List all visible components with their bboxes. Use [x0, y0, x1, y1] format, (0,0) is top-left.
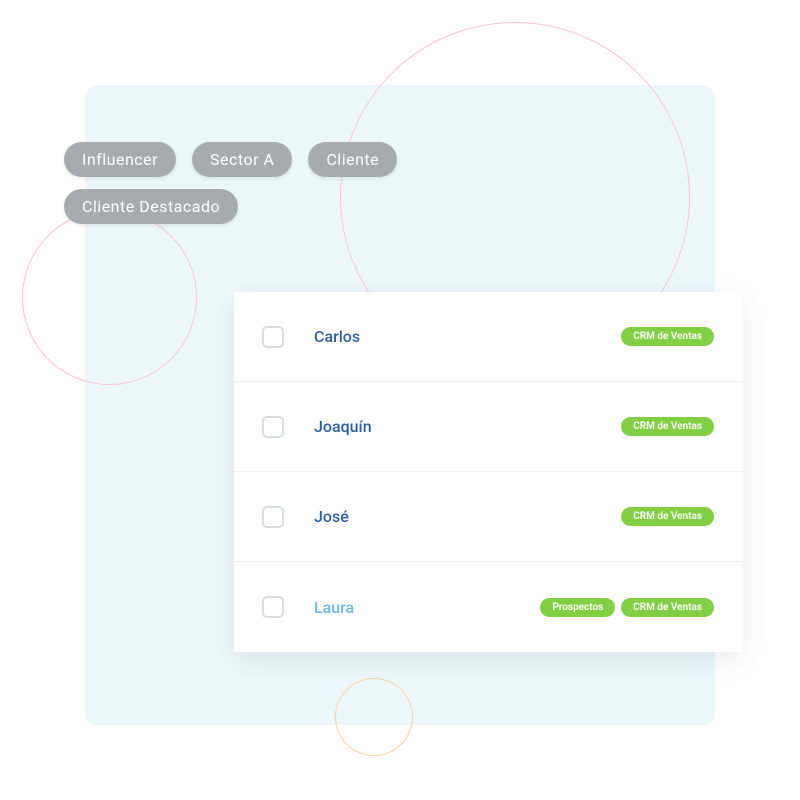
contact-row[interactable]: José CRM de Ventas [234, 472, 742, 562]
filter-chip-influencer[interactable]: Influencer [64, 142, 176, 177]
checkbox[interactable] [262, 506, 284, 528]
contact-badges: CRM de Ventas [621, 507, 714, 526]
checkbox[interactable] [262, 596, 284, 618]
filter-chip-group: Influencer Sector A Cliente Cliente Dest… [58, 136, 438, 230]
contact-badges: CRM de Ventas [621, 327, 714, 346]
filter-chip-cliente-destacado[interactable]: Cliente Destacado [64, 189, 238, 224]
contact-badge: CRM de Ventas [621, 417, 714, 436]
contact-badge: Prospectos [540, 598, 615, 617]
stage: Influencer Sector A Cliente Cliente Dest… [0, 0, 800, 800]
contact-name[interactable]: Laura [314, 598, 354, 617]
checkbox[interactable] [262, 416, 284, 438]
contact-name[interactable]: Carlos [314, 327, 360, 346]
contact-row[interactable]: Laura Prospectos CRM de Ventas [234, 562, 742, 652]
decorative-circle-small [22, 210, 197, 385]
contact-badges: CRM de Ventas [621, 417, 714, 436]
checkbox[interactable] [262, 326, 284, 348]
contact-name[interactable]: Joaquín [314, 417, 372, 436]
contact-badge: CRM de Ventas [621, 598, 714, 617]
filter-chip-cliente[interactable]: Cliente [308, 142, 397, 177]
contact-row[interactable]: Joaquín CRM de Ventas [234, 382, 742, 472]
contact-badge: CRM de Ventas [621, 327, 714, 346]
contacts-list: Carlos CRM de Ventas Joaquín CRM de Vent… [234, 292, 742, 652]
contact-badges: Prospectos CRM de Ventas [540, 598, 714, 617]
decorative-circle-orange [335, 678, 413, 756]
contact-row[interactable]: Carlos CRM de Ventas [234, 292, 742, 382]
filter-chip-sector-a[interactable]: Sector A [192, 142, 292, 177]
contact-badge: CRM de Ventas [621, 507, 714, 526]
contact-name[interactable]: José [314, 507, 349, 526]
